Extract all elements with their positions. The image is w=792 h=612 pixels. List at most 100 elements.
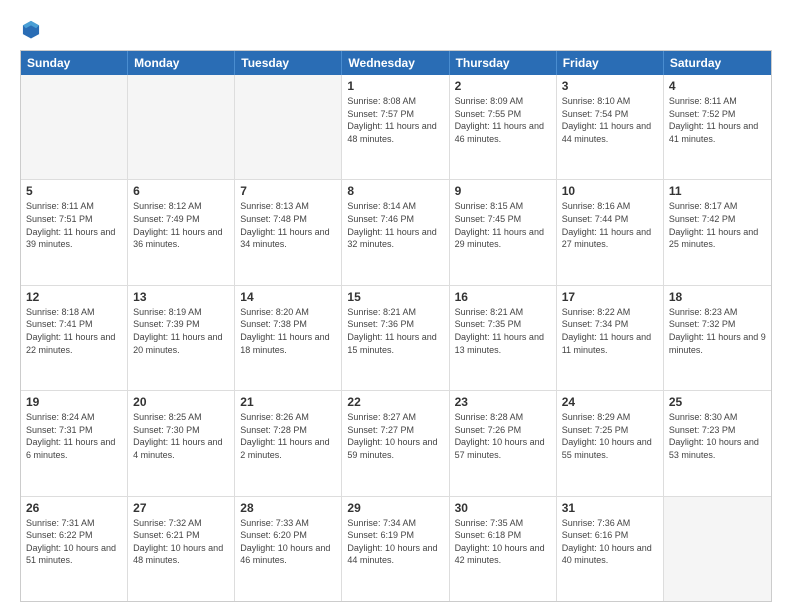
day-info: Sunrise: 8:13 AM Sunset: 7:48 PM Dayligh… [240,200,336,250]
week-row-4: 19Sunrise: 8:24 AM Sunset: 7:31 PM Dayli… [21,390,771,495]
day-number: 16 [455,290,551,304]
day-number: 18 [669,290,766,304]
day-number: 1 [347,79,443,93]
header [20,18,772,40]
day-info: Sunrise: 8:12 AM Sunset: 7:49 PM Dayligh… [133,200,229,250]
header-day-sunday: Sunday [21,51,128,75]
day-number: 2 [455,79,551,93]
day-number: 25 [669,395,766,409]
day-info: Sunrise: 8:08 AM Sunset: 7:57 PM Dayligh… [347,95,443,145]
day-number: 9 [455,184,551,198]
day-number: 15 [347,290,443,304]
day-number: 20 [133,395,229,409]
day-cell-1: 1 Sunrise: 8:08 AM Sunset: 7:57 PM Daylig… [342,75,449,179]
empty-cell [664,497,771,601]
day-info: Sunrise: 7:34 AM Sunset: 6:19 PM Dayligh… [347,517,443,567]
day-cell-11: 11Sunrise: 8:17 AM Sunset: 7:42 PM Dayli… [664,180,771,284]
day-number: 26 [26,501,122,515]
week-row-5: 26 Sunrise: 7:31 AM Sunset: 6:22 PM Dayli… [21,496,771,601]
header-day-thursday: Thursday [450,51,557,75]
day-cell-4: 4 Sunrise: 8:11 AM Sunset: 7:52 PM Daylig… [664,75,771,179]
day-info: Sunrise: 8:28 AM Sunset: 7:26 PM Dayligh… [455,411,551,461]
day-cell-2: 2 Sunrise: 8:09 AM Sunset: 7:55 PM Daylig… [450,75,557,179]
day-cell-12: 12 Sunrise: 8:18 AM Sunset: 7:41 PM Dayli… [21,286,128,390]
day-number: 13 [133,290,229,304]
day-number: 29 [347,501,443,515]
day-info: Sunrise: 8:16 AM Sunset: 7:44 PM Dayligh… [562,200,658,250]
day-number: 10 [562,184,658,198]
empty-cell [235,75,342,179]
day-cell-15: 15Sunrise: 8:21 AM Sunset: 7:36 PM Dayli… [342,286,449,390]
week-row-2: 5 Sunrise: 8:11 AM Sunset: 7:51 PM Daylig… [21,179,771,284]
day-info: Sunrise: 8:21 AM Sunset: 7:35 PM Dayligh… [455,306,551,356]
day-info: Sunrise: 8:25 AM Sunset: 7:30 PM Dayligh… [133,411,229,461]
day-number: 6 [133,184,229,198]
day-cell-6: 6 Sunrise: 8:12 AM Sunset: 7:49 PM Daylig… [128,180,235,284]
empty-cell [21,75,128,179]
day-info: Sunrise: 8:29 AM Sunset: 7:25 PM Dayligh… [562,411,658,461]
calendar: SundayMondayTuesdayWednesdayThursdayFrid… [20,50,772,602]
day-cell-24: 24 Sunrise: 8:29 AM Sunset: 7:25 PM Dayli… [557,391,664,495]
day-cell-5: 5 Sunrise: 8:11 AM Sunset: 7:51 PM Daylig… [21,180,128,284]
day-number: 27 [133,501,229,515]
day-info: Sunrise: 8:30 AM Sunset: 7:23 PM Dayligh… [669,411,766,461]
day-cell-14: 14 Sunrise: 8:20 AM Sunset: 7:38 PM Dayli… [235,286,342,390]
day-info: Sunrise: 7:36 AM Sunset: 6:16 PM Dayligh… [562,517,658,567]
day-info: Sunrise: 8:09 AM Sunset: 7:55 PM Dayligh… [455,95,551,145]
day-info: Sunrise: 8:11 AM Sunset: 7:51 PM Dayligh… [26,200,122,250]
day-number: 3 [562,79,658,93]
day-info: Sunrise: 7:33 AM Sunset: 6:20 PM Dayligh… [240,517,336,567]
day-cell-10: 10 Sunrise: 8:16 AM Sunset: 7:44 PM Dayli… [557,180,664,284]
day-cell-16: 16 Sunrise: 8:21 AM Sunset: 7:35 PM Dayli… [450,286,557,390]
header-day-tuesday: Tuesday [235,51,342,75]
day-cell-13: 13 Sunrise: 8:19 AM Sunset: 7:39 PM Dayli… [128,286,235,390]
day-info: Sunrise: 8:15 AM Sunset: 7:45 PM Dayligh… [455,200,551,250]
day-number: 4 [669,79,766,93]
day-info: Sunrise: 8:24 AM Sunset: 7:31 PM Dayligh… [26,411,122,461]
day-info: Sunrise: 7:35 AM Sunset: 6:18 PM Dayligh… [455,517,551,567]
day-cell-29: 29 Sunrise: 7:34 AM Sunset: 6:19 PM Dayli… [342,497,449,601]
day-info: Sunrise: 7:32 AM Sunset: 6:21 PM Dayligh… [133,517,229,567]
day-number: 5 [26,184,122,198]
day-number: 23 [455,395,551,409]
day-info: Sunrise: 8:23 AM Sunset: 7:32 PM Dayligh… [669,306,766,356]
day-cell-31: 31Sunrise: 7:36 AM Sunset: 6:16 PM Dayli… [557,497,664,601]
day-number: 14 [240,290,336,304]
day-number: 17 [562,290,658,304]
day-cell-8: 8Sunrise: 8:14 AM Sunset: 7:46 PM Daylig… [342,180,449,284]
day-number: 7 [240,184,336,198]
day-info: Sunrise: 8:19 AM Sunset: 7:39 PM Dayligh… [133,306,229,356]
day-cell-7: 7 Sunrise: 8:13 AM Sunset: 7:48 PM Daylig… [235,180,342,284]
day-cell-20: 20 Sunrise: 8:25 AM Sunset: 7:30 PM Dayli… [128,391,235,495]
day-number: 12 [26,290,122,304]
page: SundayMondayTuesdayWednesdayThursdayFrid… [0,0,792,612]
day-info: Sunrise: 8:17 AM Sunset: 7:42 PM Dayligh… [669,200,766,250]
day-info: Sunrise: 8:22 AM Sunset: 7:34 PM Dayligh… [562,306,658,356]
logo [20,18,46,40]
day-cell-26: 26 Sunrise: 7:31 AM Sunset: 6:22 PM Dayli… [21,497,128,601]
day-info: Sunrise: 8:14 AM Sunset: 7:46 PM Dayligh… [347,200,443,250]
day-info: Sunrise: 8:20 AM Sunset: 7:38 PM Dayligh… [240,306,336,356]
day-info: Sunrise: 8:26 AM Sunset: 7:28 PM Dayligh… [240,411,336,461]
header-day-wednesday: Wednesday [342,51,449,75]
day-cell-19: 19Sunrise: 8:24 AM Sunset: 7:31 PM Dayli… [21,391,128,495]
day-number: 21 [240,395,336,409]
day-info: Sunrise: 7:31 AM Sunset: 6:22 PM Dayligh… [26,517,122,567]
day-number: 24 [562,395,658,409]
header-day-monday: Monday [128,51,235,75]
day-cell-28: 28 Sunrise: 7:33 AM Sunset: 6:20 PM Dayli… [235,497,342,601]
day-cell-21: 21 Sunrise: 8:26 AM Sunset: 7:28 PM Dayli… [235,391,342,495]
day-cell-17: 17 Sunrise: 8:22 AM Sunset: 7:34 PM Dayli… [557,286,664,390]
logo-icon [20,18,42,40]
day-cell-9: 9 Sunrise: 8:15 AM Sunset: 7:45 PM Daylig… [450,180,557,284]
week-row-1: 1 Sunrise: 8:08 AM Sunset: 7:57 PM Daylig… [21,75,771,179]
day-cell-27: 27 Sunrise: 7:32 AM Sunset: 6:21 PM Dayli… [128,497,235,601]
day-info: Sunrise: 8:18 AM Sunset: 7:41 PM Dayligh… [26,306,122,356]
calendar-body: 1 Sunrise: 8:08 AM Sunset: 7:57 PM Daylig… [21,75,771,601]
day-cell-3: 3Sunrise: 8:10 AM Sunset: 7:54 PM Daylig… [557,75,664,179]
day-number: 22 [347,395,443,409]
day-info: Sunrise: 8:11 AM Sunset: 7:52 PM Dayligh… [669,95,766,145]
day-number: 28 [240,501,336,515]
day-cell-18: 18 Sunrise: 8:23 AM Sunset: 7:32 PM Dayli… [664,286,771,390]
day-cell-22: 22Sunrise: 8:27 AM Sunset: 7:27 PM Dayli… [342,391,449,495]
